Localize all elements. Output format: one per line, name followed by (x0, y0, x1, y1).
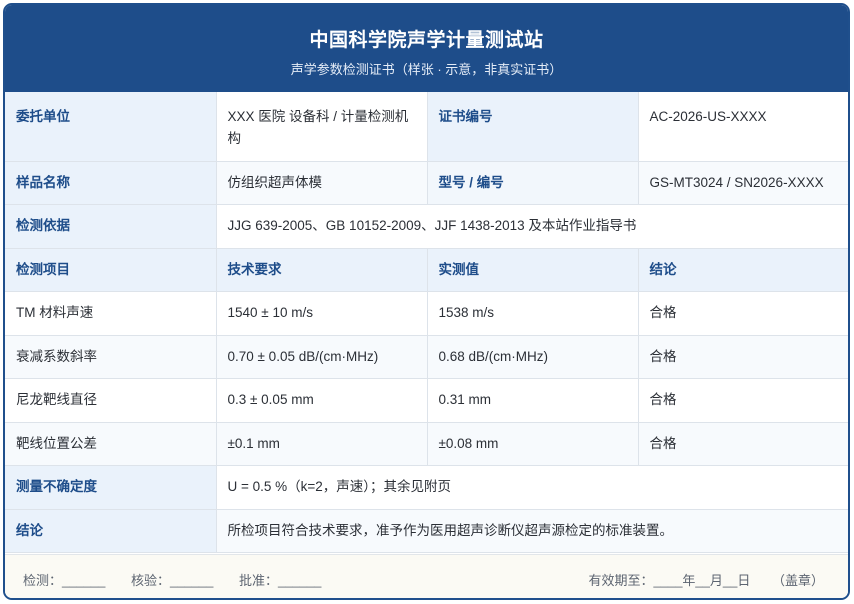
validity-block: 有效期至：____年__月__日 （盖章） (589, 570, 824, 589)
item-cell: TM 材料声速 (5, 291, 217, 336)
signature-footer: 检测：______ 核验：______ 批准：______ 有效期至：____年… (5, 554, 848, 598)
sample-label: 样品名称 (5, 161, 217, 205)
certificate-table: 委托单位 XXX 医院 设备科 / 计量检测机构 证书编号 AC-2026-US… (5, 92, 848, 553)
measured-cell: 0.68 dB/(cm·MHz) (427, 335, 639, 379)
signature-fields: 检测：______ 核验：______ 批准：______ (23, 570, 343, 589)
validity-date: 有效期至：____年__月__日 (588, 573, 751, 588)
requirement-cell: 1540 ± 10 m/s (216, 291, 428, 336)
conclusion-cell: 合格 (638, 335, 848, 379)
certificate-card: 中国科学院声学计量测试站 声学参数检测证书（样张 · 示意，非真实证书） 委托单… (3, 3, 850, 600)
seal-placeholder: （盖章） (771, 573, 824, 588)
col-header-requirement: 技术要求 (216, 248, 428, 292)
station-title: 中国科学院声学计量测试站 (309, 30, 544, 51)
cert-no-label: 证书编号 (427, 92, 639, 162)
requirement-cell: 0.3 ± 0.05 mm (216, 378, 428, 423)
model-label: 型号 / 编号 (427, 161, 639, 205)
results-header-row: 检测项目 技术要求 实测值 结论 (5, 248, 848, 292)
certificate-header: 中国科学院声学计量测试站 声学参数检测证书（样张 · 示意，非真实证书） (5, 5, 848, 92)
measured-cell: 1538 m/s (427, 291, 639, 336)
model-value: GS-MT3024 / SN2026-XXXX (638, 161, 848, 205)
table-row: 衰减系数斜率 0.70 ± 0.05 dB/(cm·MHz) 0.68 dB/(… (5, 335, 848, 379)
info-row-basis: 检测依据 JJG 639-2005、GB 10152-2009、JJF 1438… (5, 204, 848, 249)
table-row: TM 材料声速 1540 ± 10 m/s 1538 m/s 合格 (5, 291, 848, 336)
basis-value: JJG 639-2005、GB 10152-2009、JJF 1438-2013… (216, 204, 848, 249)
cert-no-value: AC-2026-US-XXXX (638, 92, 848, 162)
conclusion-row: 结论 所检项目符合技术要求，准予作为医用超声诊断仪超声源检定的标准装置。 (5, 509, 848, 553)
col-header-measured: 实测值 (427, 248, 639, 292)
info-row-client: 委托单位 XXX 医院 设备科 / 计量检测机构 证书编号 AC-2026-US… (5, 92, 848, 162)
table-row: 尼龙靶线直径 0.3 ± 0.05 mm 0.31 mm 合格 (5, 378, 848, 423)
basis-label: 检测依据 (5, 204, 217, 249)
conclusion-cell: 合格 (638, 291, 848, 336)
col-header-item: 检测项目 (5, 248, 217, 292)
conclusion-cell: 合格 (638, 378, 848, 423)
checker-signature: 核验：______ (131, 573, 214, 588)
measured-cell: 0.31 mm (427, 378, 639, 423)
col-header-conclusion: 结论 (638, 248, 848, 292)
uncertainty-row: 测量不确定度 U = 0.5 %（k=2，声速）；其余见附页 (5, 465, 848, 510)
info-row-sample: 样品名称 仿组织超声体模 型号 / 编号 GS-MT3024 / SN2026-… (5, 161, 848, 205)
uncertainty-value: U = 0.5 %（k=2，声速）；其余见附页 (216, 465, 848, 510)
measured-cell: ±0.08 mm (427, 422, 639, 466)
table-row: 靶线位置公差 ±0.1 mm ±0.08 mm 合格 (5, 422, 848, 466)
client-value: XXX 医院 设备科 / 计量检测机构 (216, 92, 428, 162)
requirement-cell: ±0.1 mm (216, 422, 428, 466)
item-cell: 尼龙靶线直径 (5, 378, 217, 423)
item-cell: 靶线位置公差 (5, 422, 217, 466)
requirement-cell: 0.70 ± 0.05 dB/(cm·MHz) (216, 335, 428, 379)
sample-value: 仿组织超声体模 (216, 161, 428, 205)
client-label: 委托单位 (5, 92, 217, 162)
conclusion-label: 结论 (5, 509, 217, 553)
uncertainty-label: 测量不确定度 (5, 465, 217, 510)
tester-signature: 检测：______ (23, 573, 106, 588)
conclusion-cell: 合格 (638, 422, 848, 466)
approver-signature: 批准：______ (239, 573, 322, 588)
certificate-subtitle: 声学参数检测证书（样张 · 示意，非真实证书） (290, 62, 563, 77)
item-cell: 衰减系数斜率 (5, 335, 217, 379)
conclusion-value: 所检项目符合技术要求，准予作为医用超声诊断仪超声源检定的标准装置。 (216, 509, 848, 553)
